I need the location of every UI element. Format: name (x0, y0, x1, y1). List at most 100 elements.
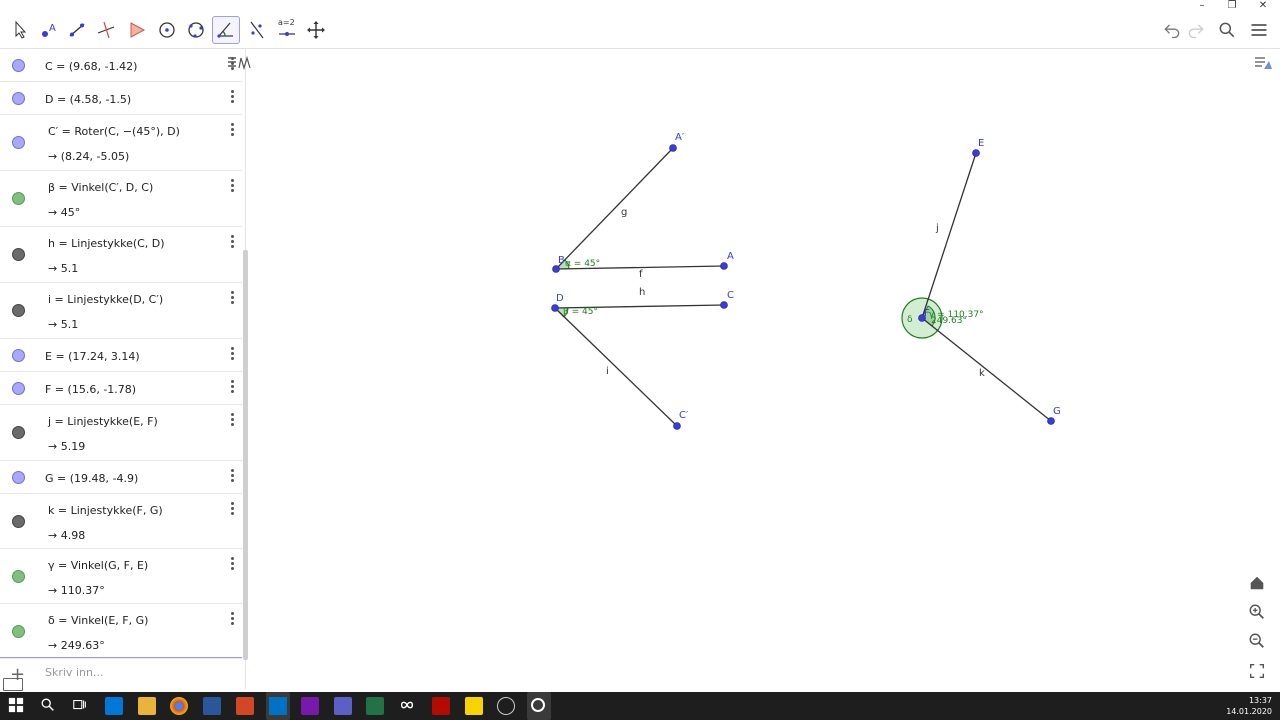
algebra-row[interactable]: j = Linjestykke(E, F) → 5.19 (0, 405, 242, 461)
polygon-tool-button[interactable] (123, 16, 151, 44)
visibility-toggle[interactable] (12, 381, 25, 395)
visibility-toggle[interactable] (12, 426, 25, 439)
row-menu-icon[interactable] (229, 121, 235, 138)
row-menu-icon[interactable] (229, 500, 235, 517)
infinity-app-icon[interactable] (399, 697, 417, 715)
algebra-row[interactable]: G = (19.48, -4.9) (0, 461, 242, 494)
row-menu-icon[interactable] (229, 411, 235, 428)
visibility-toggle[interactable] (12, 514, 25, 528)
chrome-icon[interactable] (170, 697, 188, 715)
point-a[interactable] (720, 262, 728, 270)
standard-view-button[interactable] (1248, 574, 1268, 594)
segment-i[interactable] (554, 307, 678, 427)
algebra-definition[interactable]: β = Vinkel(C′, D, C) (48, 181, 153, 194)
visibility-toggle[interactable] (12, 304, 25, 317)
row-menu-icon[interactable] (229, 467, 235, 484)
system-clock[interactable]: 13:37 14.01.2020 (1226, 695, 1272, 717)
algebra-definition[interactable]: E = (17.24, 3.14) (45, 350, 140, 363)
line-tool-button[interactable] (63, 16, 91, 44)
algebra-definition[interactable]: G = (19.48, -4.9) (45, 472, 138, 485)
circle-tool-button[interactable] (153, 16, 181, 44)
visibility-toggle[interactable] (12, 569, 25, 583)
algebra-row[interactable]: h = Linjestykke(C, D) → 5.1 (0, 227, 242, 283)
visibility-toggle[interactable] (12, 624, 25, 638)
algebra-row[interactable]: C = (9.68, -1.42) (0, 49, 242, 82)
onenote-icon[interactable] (301, 697, 319, 715)
move-graphics-tool-button[interactable] (302, 16, 330, 44)
geogebra-taskbar-icon[interactable] (527, 692, 551, 720)
row-menu-icon[interactable] (229, 177, 235, 194)
algebra-definition[interactable]: C = (9.68, -1.42) (45, 60, 137, 73)
sticky-app-icon[interactable] (465, 697, 483, 715)
move-tool-button[interactable] (6, 16, 34, 44)
row-menu-icon[interactable] (229, 555, 235, 572)
point-g[interactable] (1047, 417, 1055, 425)
redo-button[interactable] (1184, 18, 1208, 42)
row-menu-icon[interactable] (229, 345, 235, 362)
algebra-definition[interactable]: h = Linjestykke(C, D) (48, 237, 165, 250)
point-d[interactable] (551, 304, 559, 312)
row-menu-icon[interactable] (229, 233, 235, 250)
algebra-row[interactable]: δ = Vinkel(E, F, G) → 249.63° (0, 604, 242, 659)
row-menu-icon[interactable] (229, 378, 235, 395)
angle-tool-button[interactable] (212, 16, 240, 44)
algebra-definition[interactable]: F = (15.6, -1.78) (45, 383, 136, 396)
visibility-toggle[interactable] (12, 192, 25, 205)
algebra-definition[interactable]: i = Linjestykke(D, C′) (48, 293, 163, 306)
reflect-tool-button[interactable] (243, 16, 271, 44)
point-c[interactable] (720, 301, 728, 309)
point-tool-button[interactable]: A (35, 16, 63, 44)
algebra-style-button[interactable] (226, 54, 252, 72)
task-view-icon[interactable] (72, 697, 90, 715)
restore-window-icon[interactable]: ❐ (1221, 0, 1243, 12)
algebra-definition[interactable]: C′ = Roter(C, −(45°), D) (48, 125, 180, 138)
algebra-input[interactable]: + Skriv inn... (0, 657, 242, 689)
algebra-row[interactable]: k = Linjestykke(F, G) → 4.98 (0, 494, 242, 549)
segment-j[interactable] (921, 152, 977, 319)
windows-start-icon[interactable] (8, 697, 26, 715)
algebra-definition[interactable]: k = Linjestykke(F, G) (48, 504, 163, 517)
segment-g[interactable] (555, 147, 674, 270)
slider-tool-button[interactable]: a=2 (273, 16, 301, 44)
visibility-toggle[interactable] (12, 348, 25, 362)
algebra-row[interactable]: i = Linjestykke(D, C′) → 5.1 (0, 283, 242, 339)
fullscreen-button[interactable] (1248, 662, 1268, 682)
row-menu-icon[interactable] (229, 88, 235, 105)
search-icon[interactable] (40, 697, 58, 715)
algebra-scrollbar[interactable] (243, 250, 248, 660)
clock-app-icon[interactable] (497, 697, 515, 715)
zoom-out-button[interactable] (1248, 632, 1268, 652)
algebra-definition[interactable]: D = (4.58, -1.5) (45, 93, 131, 106)
outlook-active-icon[interactable] (266, 692, 290, 720)
file-explorer-icon[interactable] (138, 697, 156, 715)
algebra-definition[interactable]: γ = Vinkel(G, F, E) (48, 559, 148, 572)
algebra-row[interactable]: F = (15.6, -1.78) (0, 372, 242, 405)
algebra-definition[interactable]: δ = Vinkel(E, F, G) (48, 614, 148, 627)
visibility-toggle[interactable] (12, 136, 25, 149)
minimize-window-icon[interactable]: – (1191, 0, 1213, 12)
visibility-toggle[interactable] (12, 91, 25, 105)
close-window-icon[interactable]: ✕ (1252, 0, 1274, 12)
point-a-prime[interactable] (669, 144, 677, 152)
algebra-definition[interactable]: j = Linjestykke(E, F) (48, 415, 158, 428)
row-menu-icon[interactable] (229, 289, 235, 306)
circle-3pt-tool-button[interactable] (182, 16, 210, 44)
main-menu-button[interactable] (1247, 18, 1271, 42)
perpendicular-tool-button[interactable] (92, 16, 120, 44)
word-icon[interactable] (203, 697, 221, 715)
visibility-toggle[interactable] (12, 248, 25, 261)
search-button[interactable] (1215, 18, 1239, 42)
teams-icon[interactable] (334, 697, 352, 715)
store-icon[interactable] (105, 697, 123, 715)
algebra-row[interactable]: γ = Vinkel(G, F, E) → 110.37° (0, 549, 242, 604)
undo-button[interactable] (1160, 18, 1184, 42)
algebra-row[interactable]: E = (17.24, 3.14) (0, 339, 242, 372)
visibility-toggle[interactable] (12, 470, 25, 484)
algebra-row[interactable]: D = (4.58, -1.5) (0, 82, 242, 115)
algebra-row[interactable]: β = Vinkel(C′, D, C) → 45° (0, 171, 242, 227)
powerpoint-icon[interactable] (236, 697, 254, 715)
graphics-canvas[interactable]: A′ABgfα = 45°D Chβ = 45°iC′EjF γ = 110.37°… (258, 49, 1280, 689)
graphics-view[interactable]: A′ A Bg f α = 45° D Ch β = 45° i C′ Ej Fγ = 110.37°… (258, 49, 1280, 689)
point-e[interactable] (972, 149, 980, 157)
segment-k[interactable] (921, 317, 1052, 422)
